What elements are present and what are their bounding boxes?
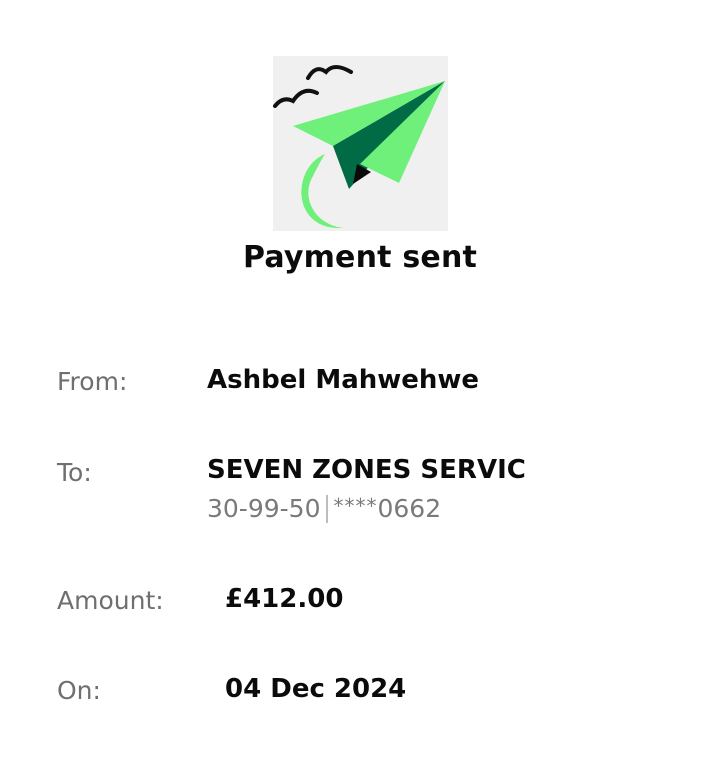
to-label: To: (57, 458, 92, 487)
sort-code: 30-99-50 (207, 494, 321, 523)
to-account-details: 30-99-50 **** 0662 (207, 493, 442, 524)
from-value: Ashbel Mahwehwe (207, 365, 480, 395)
paper-plane-illustration-icon (273, 65, 445, 229)
to-name: SEVEN ZONES SERVIC (207, 455, 526, 485)
account-suffix: 0662 (377, 494, 442, 523)
from-label: From: (57, 367, 128, 396)
amount-value: £412.00 (225, 584, 344, 614)
payment-sent-illustration (273, 56, 448, 231)
date-value: 04 Dec 2024 (225, 674, 407, 704)
page-title: Payment sent (242, 240, 478, 275)
amount-label: Amount: (57, 586, 164, 615)
account-divider (326, 494, 329, 523)
account-mask: **** (333, 493, 378, 518)
date-label: On: (57, 676, 101, 705)
